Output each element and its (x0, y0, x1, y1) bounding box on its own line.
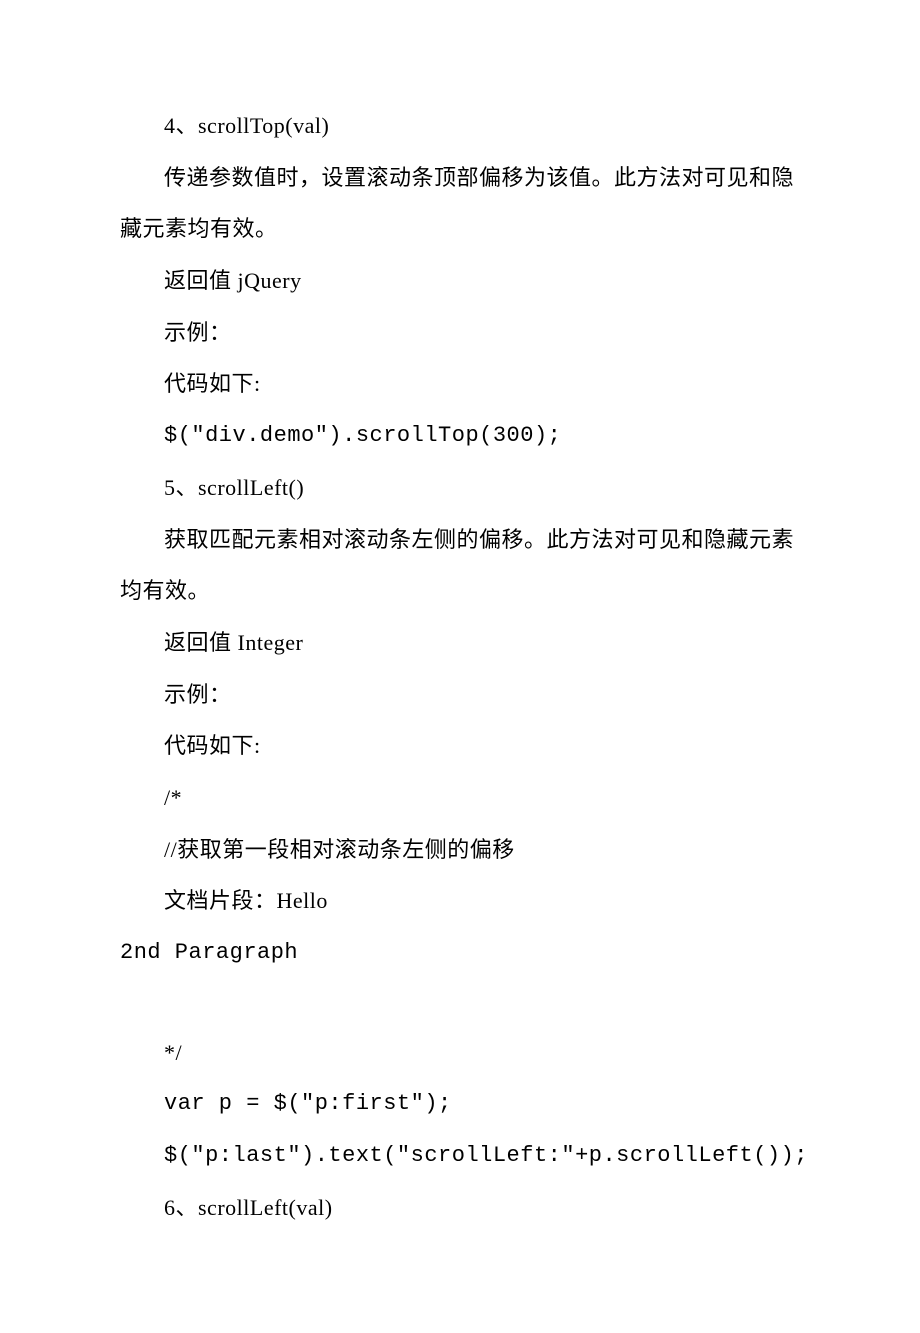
line-5: 代码如下: (120, 358, 810, 410)
line-11: 代码如下: (120, 720, 810, 772)
line-18: var p = $("p:first"); (120, 1078, 810, 1130)
text: 4、scrollTop(val) (164, 113, 329, 138)
text: 代码如下: (164, 371, 261, 396)
text: //获取第一段相对滚动条左侧的偏移 (164, 837, 515, 862)
text: var p = $("p:first"); (164, 1091, 452, 1116)
line-13: //获取第一段相对滚动条左侧的偏移 (120, 824, 810, 876)
text: 获取匹配元素相对滚动条左侧的偏移。此方法对可见和隐藏元素均有效。 (120, 527, 794, 604)
text: 代码如下: (164, 733, 261, 758)
line-12: /* (120, 772, 810, 824)
line-4: 示例： (120, 307, 810, 359)
line-20: 6、scrollLeft(val) (120, 1182, 810, 1234)
text: 5、scrollLeft() (164, 475, 304, 500)
text: $("div.demo").scrollTop(300); (164, 423, 561, 448)
line-14: 文档片段：Hello (120, 875, 810, 927)
line-17: */ (120, 1027, 810, 1079)
text: 返回值 Integer (164, 630, 303, 655)
text: 文档片段：Hello (164, 888, 328, 913)
line-1: 4、scrollTop(val) (120, 100, 810, 152)
text: 返回值 jQuery (164, 268, 302, 293)
blank-line (120, 979, 810, 1027)
document-page: 4、scrollTop(val) 传递参数值时，设置滚动条顶部偏移为该值。此方法… (0, 0, 920, 1333)
text: $("p:last").text("scrollLeft:"+p.scrollL… (164, 1143, 808, 1168)
line-19: $("p:last").text("scrollLeft:"+p.scrollL… (120, 1130, 810, 1182)
text: 2nd Paragraph (120, 940, 298, 965)
text: */ (164, 1040, 182, 1065)
line-10: 示例： (120, 669, 810, 721)
text: 传递参数值时，设置滚动条顶部偏移为该值。此方法对可见和隐藏元素均有效。 (120, 165, 794, 242)
line-2: 传递参数值时，设置滚动条顶部偏移为该值。此方法对可见和隐藏元素均有效。 (120, 152, 810, 255)
text: 示例： (164, 682, 232, 707)
line-6: $("div.demo").scrollTop(300); (120, 410, 810, 462)
line-7: 5、scrollLeft() (120, 462, 810, 514)
line-15: 2nd Paragraph (120, 927, 810, 979)
line-3: 返回值 jQuery (120, 255, 810, 307)
text: 示例： (164, 320, 232, 345)
line-8: 获取匹配元素相对滚动条左侧的偏移。此方法对可见和隐藏元素均有效。 (120, 514, 810, 617)
text: 6、scrollLeft(val) (164, 1195, 333, 1220)
line-9: 返回值 Integer (120, 617, 810, 669)
text: /* (164, 785, 182, 810)
